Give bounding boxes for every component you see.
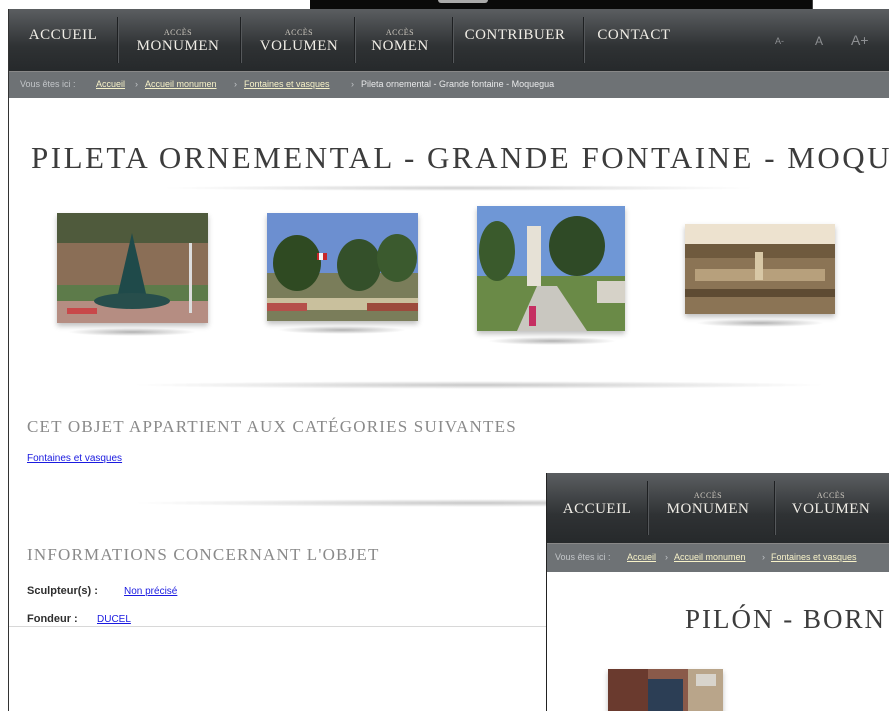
overlay-photo-image (608, 669, 723, 711)
nav-volumen-label: Volumen (259, 38, 339, 54)
top-window-blob (438, 0, 488, 3)
plaza-people-image (477, 206, 625, 331)
nav-separator (583, 17, 584, 63)
nav-nomen-label: Nomen (371, 38, 429, 54)
overlay-photo[interactable] (608, 669, 723, 711)
overlay-page-title: Pilón - born (685, 604, 887, 634)
overlay-nav-accueil[interactable]: Accueil (555, 473, 639, 535)
photo-shadow (67, 328, 197, 336)
breadcrumb-separator: › (234, 79, 237, 89)
top-window-gap-left (0, 0, 310, 9)
category-link-fontaines[interactable]: Fontaines et vasques (27, 453, 122, 464)
nav-contact-label: Contact (597, 27, 671, 43)
nav-contribuer[interactable]: Contribuer (455, 9, 575, 71)
nav-accueil[interactable]: Accueil (17, 9, 109, 71)
nav-separator (452, 17, 453, 63)
top-window-gap-right (812, 0, 889, 9)
overlay-nav: Accueil Accès Monumen Accès Volumen (547, 473, 889, 543)
breadcrumb-separator: › (135, 79, 138, 89)
main-nav: Accueil Accès Monumen Accès Volumen Accè… (9, 9, 889, 71)
content-bottom-rule (9, 626, 547, 627)
overlay-nav-monumen[interactable]: Accès Monumen (653, 473, 763, 535)
overlay-breadcrumb-link-fontaines[interactable]: Fontaines et vasques (771, 552, 857, 562)
sculptor-link[interactable]: Non précisé (124, 586, 177, 597)
font-decrease-button[interactable]: A- (775, 36, 784, 46)
nav-separator (240, 17, 241, 63)
photo-plaza-flag[interactable] (267, 213, 418, 321)
nav-separator (354, 17, 355, 63)
breadcrumb-link-accueil-monumen[interactable]: Accueil monumen (145, 79, 217, 89)
overlay-window: Accueil Accès Monumen Accès Volumen Vous… (546, 473, 889, 711)
photo-plaza-people[interactable] (477, 206, 625, 331)
breadcrumb: Vous êtes ici : Accueil › Accueil monume… (9, 71, 889, 98)
nav-contribuer-label: Contribuer (464, 27, 566, 43)
overlay-breadcrumb-link-accueil[interactable]: Accueil (627, 552, 656, 562)
breadcrumb-current: Pileta ornemental - Grande fontaine - Mo… (361, 79, 555, 89)
overlay-breadcrumb-link-accueil-monumen[interactable]: Accueil monumen (674, 552, 746, 562)
title-shadow (159, 185, 759, 191)
overlay-nav-accueil-label: Accueil (562, 501, 632, 517)
breadcrumb-label: Vous êtes ici : (20, 79, 76, 89)
photo-sepia-old[interactable] (685, 224, 835, 314)
nav-monumen-prefix: Accès (163, 28, 193, 37)
section-divider (129, 381, 829, 389)
categories-heading: Cet objet appartient aux catégories suiv… (27, 417, 517, 436)
founder-link[interactable]: DUCEL (97, 614, 131, 625)
page-title: Pileta ornemental - Grande fontaine - Mo… (31, 140, 889, 175)
sculptor-label: Sculpteur(s) : (27, 585, 98, 597)
founder-label: Fondeur : (27, 613, 78, 625)
nav-separator (117, 17, 118, 63)
overlay-nav-monumen-prefix: Accès (693, 491, 723, 500)
nav-monumen-label: Monumen (136, 38, 220, 54)
plaza-flag-image (267, 213, 418, 321)
photo-shadow (277, 326, 407, 334)
nav-nomen[interactable]: Accès Nomen (359, 9, 441, 71)
photo-shadow (487, 337, 617, 345)
nav-accueil-label: Accueil (28, 27, 98, 43)
breadcrumb-link-fontaines[interactable]: Fontaines et vasques (244, 79, 330, 89)
overlay-nav-monumen-label: Monumen (666, 501, 750, 517)
breadcrumb-separator: › (351, 79, 354, 89)
nav-nomen-prefix: Accès (385, 28, 415, 37)
breadcrumb-separator: › (762, 552, 765, 562)
photo-fountain-closeup[interactable] (57, 213, 208, 323)
overlay-breadcrumb: Vous êtes ici : Accueil › Accueil monume… (547, 543, 889, 572)
breadcrumb-separator: › (665, 552, 668, 562)
nav-volumen-prefix: Accès (284, 28, 314, 37)
overlay-nav-volumen-prefix: Accès (816, 491, 846, 500)
overlay-nav-volumen[interactable]: Accès Volumen (781, 473, 881, 535)
nav-volumen[interactable]: Accès Volumen (249, 9, 349, 71)
overlay-breadcrumb-label: Vous êtes ici : (555, 552, 611, 562)
breadcrumb-link-accueil[interactable]: Accueil (96, 79, 125, 89)
info-heading: Informations concernant l'objet (27, 545, 380, 564)
font-increase-button[interactable]: A+ (851, 32, 869, 48)
photo-shadow (695, 319, 825, 327)
nav-monumen[interactable]: Accès Monumen (124, 9, 232, 71)
sepia-old-image (685, 224, 835, 314)
font-reset-button[interactable]: A (815, 34, 823, 48)
nav-contact[interactable]: Contact (589, 9, 679, 71)
fountain-closeup-image (57, 213, 208, 323)
nav-separator (774, 481, 775, 535)
nav-separator (647, 481, 648, 535)
overlay-nav-volumen-label: Volumen (791, 501, 871, 517)
